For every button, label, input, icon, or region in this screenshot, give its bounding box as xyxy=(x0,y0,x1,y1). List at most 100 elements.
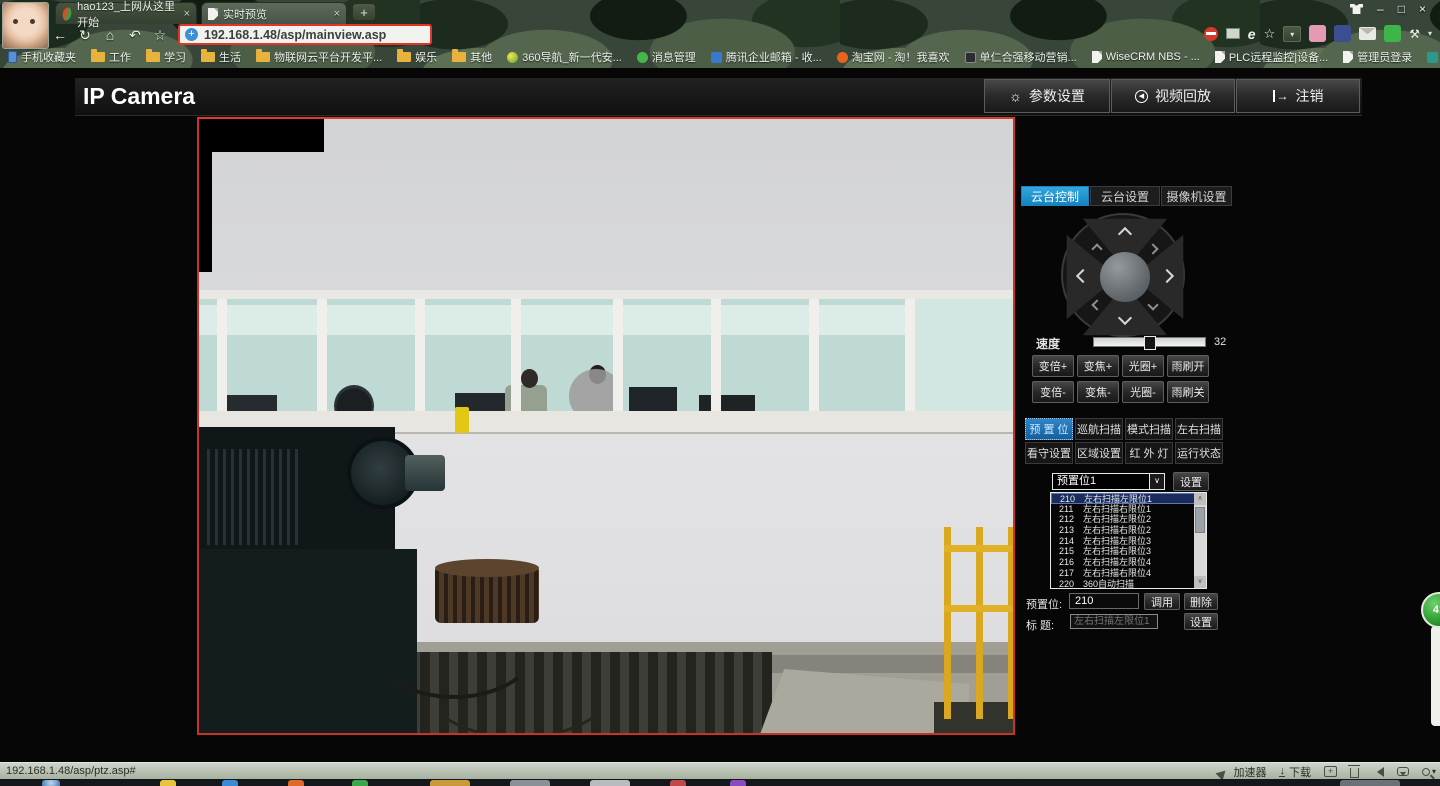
extensions-dropdown[interactable]: ▾ xyxy=(1283,26,1301,42)
scroll-up-icon[interactable]: ∧ xyxy=(1194,493,1206,505)
tab-close-icon[interactable]: × xyxy=(334,8,340,20)
volume-icon[interactable] xyxy=(1372,767,1384,777)
address-bar[interactable]: + 192.168.1.48/asp/mainview.asp xyxy=(178,24,432,45)
taskbar-icon[interactable] xyxy=(352,780,368,786)
preset-row[interactable]: 212左右扫描左限位2 xyxy=(1051,514,1206,525)
close-button[interactable]: × xyxy=(1419,2,1426,16)
tab-pattern-scan[interactable]: 模式扫描 xyxy=(1125,418,1173,440)
undo-icon[interactable]: ↶ xyxy=(127,27,143,44)
preset-row[interactable]: 216左右扫描左限位4 xyxy=(1051,557,1206,568)
tab-camera-settings[interactable]: 摄像机设置 xyxy=(1161,186,1232,206)
ptz-center-knob[interactable] xyxy=(1100,252,1150,302)
tab-guard[interactable]: 看守设置 xyxy=(1025,442,1073,464)
zoom-in-button[interactable]: 变倍+ xyxy=(1032,355,1074,377)
bookmark-item[interactable]: 淘宝网 - 淘！我喜欢 xyxy=(837,49,950,65)
minimize-button[interactable]: – xyxy=(1377,2,1384,16)
taskbar-icon[interactable] xyxy=(730,780,746,786)
bookmark-item[interactable]: 手机收藏夹 xyxy=(8,49,76,65)
taskbar-icon[interactable] xyxy=(288,780,304,786)
preset-title-input[interactable] xyxy=(1070,614,1158,629)
new-tab-button[interactable]: + xyxy=(352,3,376,21)
address-url[interactable]: 192.168.1.48/asp/mainview.asp xyxy=(204,28,386,42)
bookmark-item[interactable]: 学习 xyxy=(146,49,186,65)
iris-in-button[interactable]: 光圈+ xyxy=(1122,355,1164,377)
tab-ptz-control[interactable]: 云台控制 xyxy=(1021,186,1089,206)
tab-ptz-settings[interactable]: 云台设置 xyxy=(1090,186,1160,206)
tab-preset[interactable]: 预 置 位 xyxy=(1025,418,1073,440)
home-icon[interactable]: ⌂ xyxy=(102,27,118,43)
bookmark-item[interactable]: 腾讯企业邮箱 - 收... xyxy=(711,49,822,65)
ie-mode-icon[interactable]: e xyxy=(1248,26,1256,42)
screenshot-icon[interactable] xyxy=(1226,28,1240,39)
add-box-icon[interactable]: + xyxy=(1324,766,1337,777)
delete-preset-button[interactable]: 删除 xyxy=(1184,593,1218,610)
video-feed[interactable] xyxy=(197,117,1015,735)
settings-nav-button[interactable]: ☼ 参数设置 xyxy=(984,79,1110,113)
tab-pan-scan[interactable]: 左右扫描 xyxy=(1175,418,1223,440)
tab-run-status[interactable]: 运行状态 xyxy=(1175,442,1223,464)
menu-caret-icon[interactable]: ▾ xyxy=(1428,29,1432,38)
speedup-ball[interactable]: 41 xyxy=(1421,592,1440,628)
back-icon[interactable]: ← xyxy=(52,27,68,43)
bookmark-item[interactable]: 360导航_新一代安... xyxy=(507,49,622,65)
taskbar-tray[interactable] xyxy=(1340,780,1400,786)
taskbar-icon[interactable] xyxy=(222,780,238,786)
favorites-star-icon[interactable]: ☆ xyxy=(152,27,168,44)
preset-list[interactable]: 210左右扫描左限位1 211左右扫描右限位1 212左右扫描左限位2 213左… xyxy=(1050,492,1207,589)
wrench-menu-icon[interactable]: ⚒ xyxy=(1409,27,1420,41)
ext-blue-icon[interactable] xyxy=(1334,25,1351,42)
taskbar-icon[interactable] xyxy=(160,780,176,786)
preset-select[interactable]: 预置位1 ∨ xyxy=(1052,473,1165,490)
ext-pink-icon[interactable] xyxy=(1309,25,1326,42)
focus-in-button[interactable]: 变焦+ xyxy=(1077,355,1119,377)
zoom-level-button[interactable]: ▾ xyxy=(1422,767,1436,776)
taskbar-icon[interactable] xyxy=(510,780,550,786)
bookmark-item[interactable]: 工作 xyxy=(91,49,131,65)
wechat-icon[interactable] xyxy=(1384,25,1401,42)
title-set-button[interactable]: 设置 xyxy=(1184,613,1218,630)
ptz-direction-pad[interactable] xyxy=(1061,213,1185,337)
bookmark-item[interactable]: 湖南华辰智通科技... xyxy=(1427,49,1440,65)
scroll-thumb[interactable] xyxy=(1195,507,1205,533)
scroll-down-icon[interactable]: ∨ xyxy=(1194,576,1206,588)
taskbar-icon[interactable] xyxy=(430,780,470,786)
windows-taskbar[interactable] xyxy=(0,779,1440,786)
preset-row[interactable]: 214左右扫描左限位3 xyxy=(1051,536,1206,547)
bookmark-item[interactable]: 消息管理 xyxy=(637,49,696,65)
wiper-off-button[interactable]: 雨刷关 xyxy=(1167,381,1209,403)
speed-slider-thumb[interactable] xyxy=(1144,336,1156,350)
preset-row[interactable]: 210左右扫描左限位1 xyxy=(1051,493,1206,504)
playback-nav-button[interactable]: ◀ 视频回放 xyxy=(1111,79,1235,113)
user-avatar[interactable] xyxy=(2,2,49,49)
refresh-icon[interactable]: ↻ xyxy=(77,27,93,44)
tab-area[interactable]: 区域设置 xyxy=(1075,442,1123,464)
preset-row[interactable]: 213左右扫描右限位2 xyxy=(1051,525,1206,536)
bookmark-item[interactable]: WiseCRM NBS - ... xyxy=(1092,51,1200,63)
iris-out-button[interactable]: 光圈- xyxy=(1122,381,1164,403)
bookmark-item[interactable]: 物联网云平台开发平... xyxy=(256,49,382,65)
preset-row[interactable]: 211左右扫描右限位1 xyxy=(1051,504,1206,515)
trash-icon[interactable] xyxy=(1350,768,1359,778)
bookmark-item[interactable]: PLC远程监控|设备... xyxy=(1215,49,1328,65)
preset-row[interactable]: 215左右扫描右限位3 xyxy=(1051,546,1206,557)
logout-nav-button[interactable]: → 注销 xyxy=(1236,79,1360,113)
bookmark-item[interactable]: 其他 xyxy=(452,49,492,65)
preset-row[interactable]: 217左右扫描右限位4 xyxy=(1051,568,1206,579)
tab-close-icon[interactable]: × xyxy=(184,8,190,20)
start-orb[interactable] xyxy=(42,780,60,786)
focus-out-button[interactable]: 变焦- xyxy=(1077,381,1119,403)
taskbar-icon[interactable] xyxy=(670,780,686,786)
taskbar-icon[interactable] xyxy=(590,780,630,786)
maximize-button[interactable]: □ xyxy=(1398,2,1405,16)
browser-tab-preview[interactable]: 实时预览 × xyxy=(201,2,347,24)
feedback-icon[interactable] xyxy=(1397,767,1409,776)
bookmark-item[interactable]: 生活 xyxy=(201,49,241,65)
preset-number-input[interactable] xyxy=(1069,593,1139,609)
tab-cruise-scan[interactable]: 巡航扫描 xyxy=(1075,418,1123,440)
call-preset-button[interactable]: 调用 xyxy=(1144,593,1180,610)
bookmark-star-icon[interactable]: ☆ xyxy=(1264,26,1276,42)
tab-ir-light[interactable]: 红 外 灯 xyxy=(1125,442,1173,464)
bookmark-item[interactable]: 娱乐 xyxy=(397,49,437,65)
wiper-on-button[interactable]: 雨刷开 xyxy=(1167,355,1209,377)
adblock-icon[interactable] xyxy=(1204,27,1218,41)
